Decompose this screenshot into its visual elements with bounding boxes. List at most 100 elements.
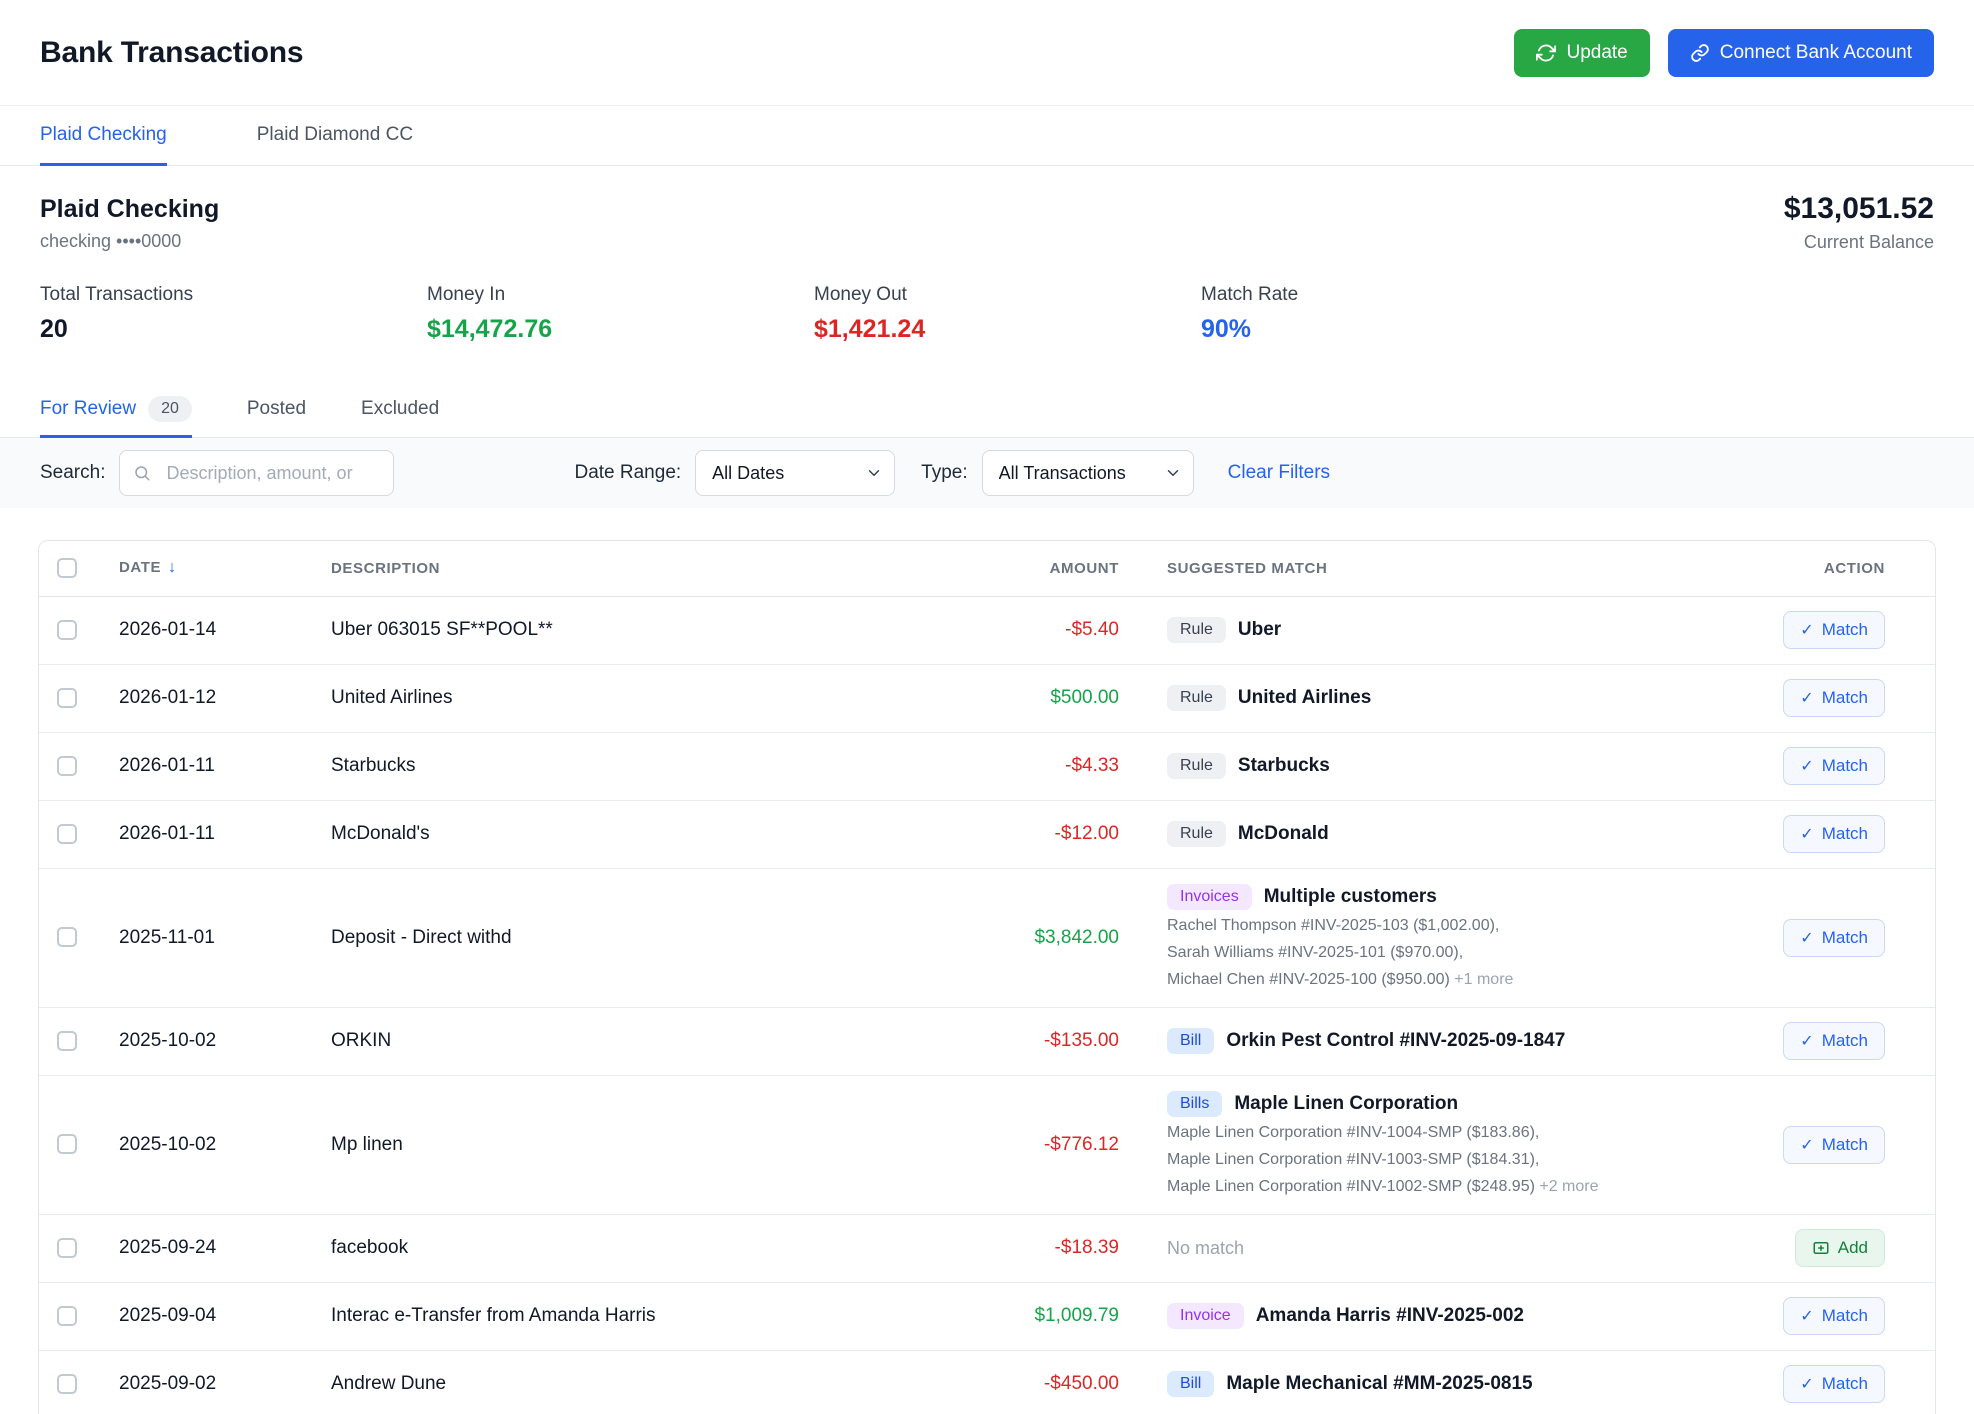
check-icon: ✓: [1800, 928, 1813, 948]
match-button[interactable]: ✓Match: [1783, 611, 1885, 649]
row-checkbox-cell: [39, 1350, 103, 1414]
transaction-date: 2025-09-24: [103, 1214, 315, 1282]
account-subtitle: checking ••••0000: [40, 230, 219, 252]
match-type-badge: Invoices: [1167, 884, 1252, 910]
suggested-match-cell: RuleStarbucks: [1125, 732, 1765, 800]
select-all-checkbox[interactable]: [57, 558, 77, 578]
balance-label: Current Balance: [1784, 232, 1934, 253]
match-button[interactable]: ✓Match: [1783, 919, 1885, 957]
suggested-match-cell: RuleMcDonald: [1125, 800, 1765, 868]
update-button[interactable]: Update: [1514, 29, 1649, 77]
tab-plaid-checking[interactable]: Plaid Checking: [40, 106, 167, 166]
type-select[interactable]: All Transactions: [982, 450, 1194, 496]
tab-plaid-diamond-cc[interactable]: Plaid Diamond CC: [257, 106, 413, 166]
tab-for-review[interactable]: For Review 20: [40, 382, 192, 438]
match-type-badge: Rule: [1167, 685, 1226, 711]
match-detail-line: Michael Chen #INV-2025-100 ($950.00) +1 …: [1167, 969, 1749, 991]
stat-value: 90%: [1201, 314, 1588, 344]
connect-bank-account-label: Connect Bank Account: [1720, 42, 1912, 64]
row-checkbox-cell: [39, 1007, 103, 1075]
match-button[interactable]: ✓Match: [1783, 1365, 1885, 1403]
tab-posted[interactable]: Posted: [247, 382, 306, 438]
match-detail-line: Sarah Williams #INV-2025-101 ($970.00),: [1167, 942, 1749, 964]
column-header-action: Action: [1765, 541, 1935, 596]
suggested-match-cell: BillMaple Mechanical #MM-2025-0815: [1125, 1350, 1765, 1414]
transaction-row: 2025-09-02Andrew Dune-$450.00BillMaple M…: [39, 1350, 1935, 1414]
tab-excluded[interactable]: Excluded: [361, 382, 439, 438]
transaction-row: 2025-09-04Interac e-Transfer from Amanda…: [39, 1282, 1935, 1350]
action-button-label: Match: [1822, 688, 1868, 708]
transaction-description: facebook: [315, 1214, 945, 1282]
search-box: [119, 450, 394, 496]
search-label: Search:: [40, 462, 105, 484]
more-matches-label: +1 more: [1450, 971, 1514, 988]
stat-value: 20: [40, 314, 427, 344]
stat-value: $14,472.76: [427, 314, 814, 344]
stat-value: $1,421.24: [814, 314, 1201, 344]
match-type-badge: Bills: [1167, 1091, 1222, 1117]
row-checkbox[interactable]: [57, 1031, 77, 1051]
row-checkbox[interactable]: [57, 756, 77, 776]
column-header-date[interactable]: Date↓: [103, 541, 315, 596]
transaction-amount: -$4.33: [945, 732, 1125, 800]
transaction-row: 2025-10-02ORKIN-$135.00BillOrkin Pest Co…: [39, 1007, 1935, 1075]
no-match-label: No match: [1167, 1238, 1244, 1259]
date-range-select[interactable]: All Dates: [695, 450, 895, 496]
transaction-row: 2025-09-24facebook-$18.39No matchAdd: [39, 1214, 1935, 1282]
match-button[interactable]: ✓ Match: [1783, 1022, 1885, 1060]
row-checkbox[interactable]: [57, 620, 77, 640]
check-icon: ✓: [1800, 688, 1813, 708]
action-cell: ✓Match: [1765, 868, 1935, 1007]
suggested-match-cell: InvoicesMultiple customersRachel Thompso…: [1125, 868, 1765, 1007]
sort-descending-icon: ↓: [168, 559, 177, 576]
row-checkbox[interactable]: [57, 1306, 77, 1326]
match-button[interactable]: ✓ Match: [1783, 679, 1885, 717]
suggested-match-line: BillsMaple Linen Corporation: [1167, 1091, 1749, 1117]
transaction-amount: $1,009.79: [945, 1282, 1125, 1350]
match-type-badge: Rule: [1167, 821, 1226, 847]
row-checkbox[interactable]: [57, 1374, 77, 1394]
match-button[interactable]: ✓Match: [1783, 1126, 1885, 1164]
search-icon: [133, 464, 151, 487]
match-button[interactable]: ✓Match: [1783, 747, 1885, 785]
row-checkbox[interactable]: [57, 1134, 77, 1154]
suggested-match-cell: BillsMaple Linen CorporationMaple Linen …: [1125, 1075, 1765, 1214]
match-button[interactable]: ✓Match: [1783, 1297, 1885, 1335]
column-header-suggested-match: Suggested Match: [1125, 541, 1765, 596]
stat-label: Money In: [427, 283, 814, 306]
add-button[interactable]: Add: [1795, 1229, 1885, 1267]
row-checkbox[interactable]: [57, 824, 77, 844]
suggested-match-cell: No match: [1125, 1214, 1765, 1282]
suggested-match-line: RuleUnited Airlines: [1167, 685, 1749, 711]
match-button[interactable]: ✓Match: [1783, 815, 1885, 853]
clear-filters-link[interactable]: Clear Filters: [1228, 462, 1330, 484]
current-balance: $13,051.52 Current Balance: [1784, 194, 1934, 253]
row-checkbox-cell: [39, 1214, 103, 1282]
transaction-date: 2025-11-01: [103, 868, 315, 1007]
match-type-badge: Bill: [1167, 1028, 1214, 1054]
row-checkbox[interactable]: [57, 927, 77, 947]
action-button-label: Match: [1822, 1031, 1868, 1051]
action-cell: ✓Match: [1765, 596, 1935, 664]
account-name: Plaid Checking: [40, 194, 219, 224]
account-tabs: Plaid Checking Plaid Diamond CC: [0, 106, 1974, 166]
suggested-match-line: Bill Orkin Pest Control #INV-2025-09-1847: [1167, 1028, 1749, 1054]
row-checkbox-cell: [39, 1075, 103, 1214]
check-icon: ✓: [1800, 1031, 1813, 1051]
action-cell: ✓Match: [1765, 1075, 1935, 1214]
connect-bank-account-button[interactable]: Connect Bank Account: [1668, 29, 1934, 77]
stat-money-out: Money Out $1,421.24: [814, 283, 1201, 344]
more-matches-label: +2 more: [1535, 1178, 1599, 1195]
action-button-label: Add: [1838, 1238, 1868, 1258]
type-label: Type:: [921, 462, 967, 484]
stat-money-in: Money In $14,472.76: [427, 283, 814, 344]
search-input[interactable]: [119, 450, 394, 496]
transaction-row: 2025-11-01Deposit - Direct withd$3,842.0…: [39, 868, 1935, 1007]
action-cell: ✓Match: [1765, 1350, 1935, 1414]
row-checkbox[interactable]: [57, 1238, 77, 1258]
transaction-amount: -$450.00: [945, 1350, 1125, 1414]
stat-match-rate: Match Rate 90%: [1201, 283, 1588, 344]
match-name: Orkin Pest Control #INV-2025-09-1847: [1226, 1030, 1565, 1052]
row-checkbox[interactable]: [57, 688, 77, 708]
action-button-label: Match: [1822, 620, 1868, 640]
